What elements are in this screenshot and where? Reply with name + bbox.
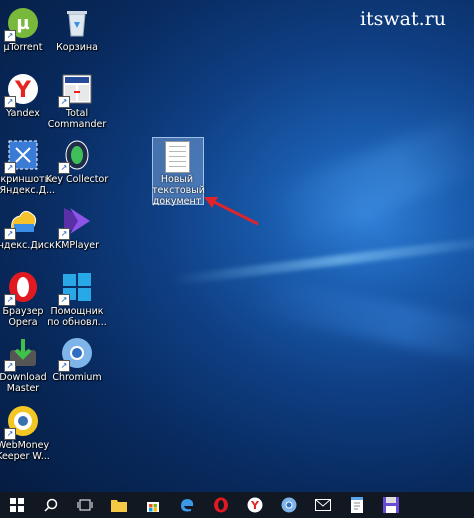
yandex-icon[interactable]: Y [238,492,272,518]
desktop-icon-chromium[interactable]: ↗ Chromium [44,336,110,383]
shortcut-arrow-icon: ↗ [58,294,70,306]
utorrent-icon: µ ↗ [4,6,40,42]
svg-text:Y: Y [250,499,260,512]
svg-text:Y: Y [14,78,32,103]
yandex-screenshots-icon: ↗ [4,138,40,174]
svg-text:µ: µ [16,13,29,34]
shortcut-arrow-icon: ↗ [4,294,16,306]
search-icon[interactable] [34,492,68,518]
icon-label: KMPlayer [55,240,99,251]
store-icon[interactable] [136,492,170,518]
task-view-icon[interactable] [68,492,102,518]
icon-label: Помощник по обновл... [47,306,107,328]
watermark: itswat.ru [359,8,446,30]
desktop-icon-key-collector[interactable]: ↗ Key Collector [44,138,110,185]
start-icon[interactable] [0,492,34,518]
red-arrow-icon [204,197,259,226]
shortcut-arrow-icon: ↗ [4,30,16,42]
windows-update-assistant-icon: ↗ [58,270,94,306]
wallpaper-light-beam [266,110,474,250]
text-document-icon [165,141,190,173]
shortcut-arrow-icon: ↗ [4,428,16,440]
shortcut-arrow-icon: ↗ [58,228,70,240]
icon-label: Total Commander [47,108,107,130]
icon-label: Chromium [52,372,102,383]
file-explorer-icon[interactable] [102,492,136,518]
icon-label: Корзина [56,42,98,53]
shortcut-arrow-icon: ↗ [4,228,16,240]
kmplayer-icon: ↗ [58,204,94,240]
opera-icon: ↗ [4,270,40,306]
yandex-browser-icon: Y ↗ [4,72,40,108]
chromium-icon: ↗ [58,336,94,372]
save-icon[interactable] [374,492,408,518]
chrome-icon[interactable] [272,492,306,518]
notepad-icon[interactable] [340,492,374,518]
total-commander-icon: ↗ [58,72,94,108]
shortcut-arrow-icon: ↗ [58,360,70,372]
wallpaper-light-beam [248,273,474,367]
shortcut-arrow-icon: ↗ [4,96,16,108]
shortcut-arrow-icon: ↗ [58,96,70,108]
taskbar: Y [0,492,474,518]
shortcut-arrow-icon: ↗ [4,162,16,174]
download-master-icon: ↗ [4,336,40,372]
icon-label: Key Collector [45,174,109,185]
desktop-icon-webmoney[interactable]: ↗ WebMoney Keeper W... [0,404,56,462]
icon-label: Новый текстовый документ [152,174,205,207]
opera-icon[interactable] [204,492,238,518]
recycle-bin-icon [60,6,94,40]
desktop-icon-kmplayer[interactable]: ↗ KMPlayer [44,204,110,251]
desktop-icon-total-commander[interactable]: ↗ Total Commander [44,72,110,130]
desktop-icon-update-assistant[interactable]: ↗ Помощник по обновл... [44,270,110,328]
key-collector-icon: ↗ [58,138,94,174]
wallpaper-light-beam [170,234,474,286]
icon-label: WebMoney Keeper W... [0,440,50,462]
mail-icon[interactable] [306,492,340,518]
yandex-disk-icon: ↗ [4,204,40,240]
desktop-icon-recycle-bin[interactable]: Корзина [44,6,110,53]
edge-icon[interactable] [170,492,204,518]
shortcut-arrow-icon: ↗ [4,360,16,372]
shortcut-arrow-icon: ↗ [58,162,70,174]
webmoney-icon: ↗ [4,404,40,440]
